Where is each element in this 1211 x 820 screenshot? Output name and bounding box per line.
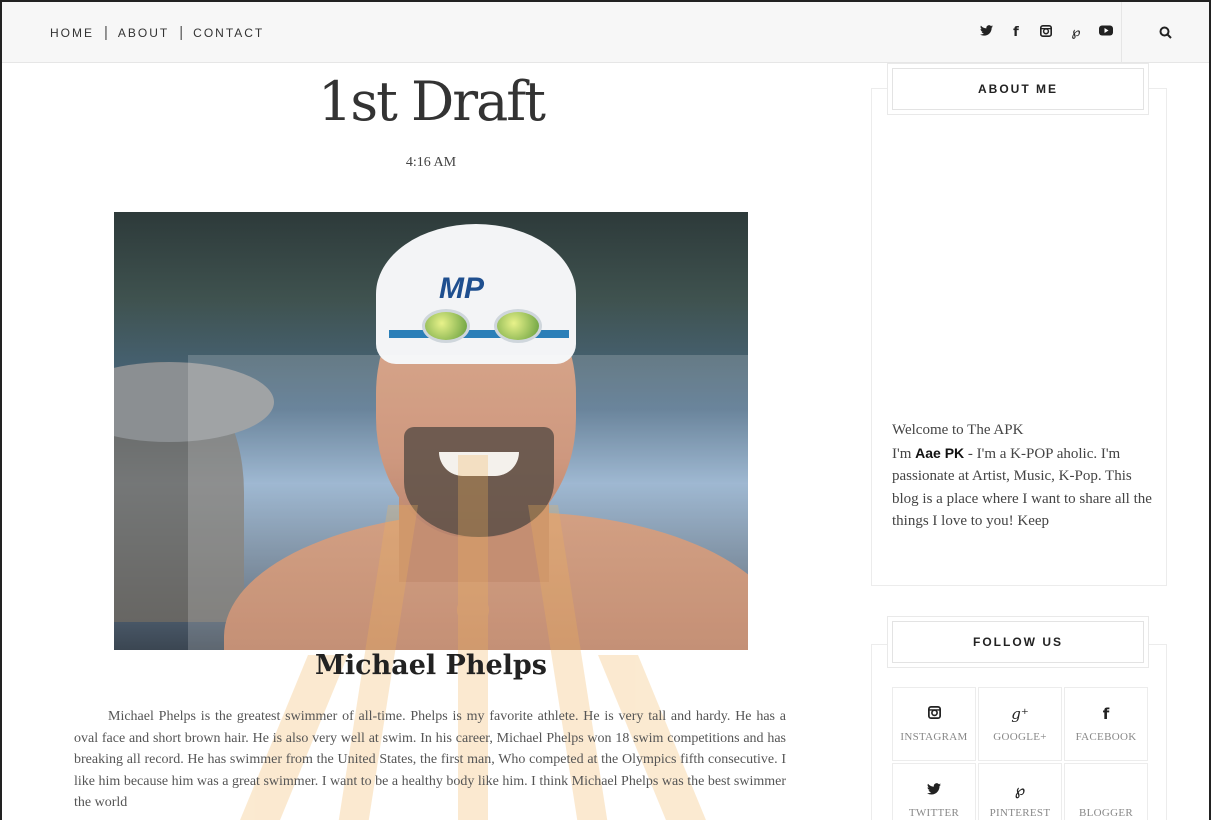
follow-twitter[interactable]: TWITTER: [892, 763, 976, 820]
twitter-icon: [927, 781, 941, 799]
follow-label: TWITTER: [908, 807, 960, 819]
post-subheading: Michael Phelps: [315, 650, 547, 681]
instagram-icon[interactable]: [1039, 24, 1053, 41]
cap-logo: MP: [439, 272, 484, 305]
follow-label: BLOGGER: [1078, 807, 1134, 819]
social-icons: f ℘: [979, 2, 1113, 63]
goggle-strap: [389, 330, 569, 338]
about-me-text: Welcome to The APK I'm Aae PK - I'm a K-…: [892, 419, 1154, 533]
follow-us-title: FOLLOW US: [892, 621, 1144, 663]
follow-blogger[interactable]: BLOGGER: [1064, 763, 1148, 820]
nav-separator: |: [179, 24, 184, 41]
instagram-icon: [927, 705, 941, 723]
follow-label: PINTEREST: [989, 807, 1051, 819]
facebook-icon[interactable]: f: [1009, 25, 1023, 40]
photo-smile: [439, 452, 519, 476]
follow-google-plus[interactable]: 𝑔⁺ GOOGLE+: [978, 687, 1062, 761]
nav-about[interactable]: ABOUT: [118, 26, 169, 40]
goggle-left: [422, 309, 470, 343]
pinterest-icon: ℘: [1014, 781, 1026, 799]
post-photo[interactable]: MP: [114, 212, 748, 650]
about-welcome: Welcome to The APK: [892, 422, 1024, 438]
follow-instagram[interactable]: INSTAGRAM: [892, 687, 976, 761]
twitter-icon[interactable]: [979, 25, 993, 40]
top-navigation-bar: HOME | ABOUT | CONTACT f ℘: [2, 2, 1209, 63]
follow-pinterest[interactable]: ℘ PINTEREST: [978, 763, 1062, 820]
main-menu: HOME | ABOUT | CONTACT: [50, 2, 264, 63]
goggle-right: [494, 309, 542, 343]
youtube-icon[interactable]: [1099, 25, 1113, 40]
follow-label: GOOGLE+: [993, 731, 1047, 743]
nav-separator: |: [104, 24, 108, 41]
follow-label: INSTAGRAM: [900, 731, 968, 743]
follow-us-grid: INSTAGRAM 𝑔⁺ GOOGLE+ f FACEBOOK TWITTER …: [892, 687, 1148, 820]
google-plus-icon: 𝑔⁺: [1011, 705, 1029, 723]
search-button[interactable]: [1121, 2, 1209, 63]
post-timestamp: 4:16 AM: [405, 155, 457, 170]
about-im: I'm: [892, 445, 916, 462]
photo-background-hat: [114, 362, 274, 442]
follow-facebook[interactable]: f FACEBOOK: [1064, 687, 1148, 761]
nav-home[interactable]: HOME: [50, 26, 94, 40]
facebook-icon: f: [1102, 705, 1110, 723]
search-icon: [1159, 26, 1172, 39]
follow-label: FACEBOOK: [1075, 731, 1137, 743]
about-me-title: ABOUT ME: [892, 68, 1144, 110]
post-title[interactable]: 1st Draft: [114, 70, 748, 133]
author-name: Aae PK: [915, 444, 965, 461]
nav-contact[interactable]: CONTACT: [193, 26, 264, 40]
post-body-text: Michael Phelps is the greatest swimmer o…: [74, 709, 786, 810]
photo-beard: [404, 427, 554, 537]
pinterest-icon[interactable]: ℘: [1069, 25, 1083, 40]
